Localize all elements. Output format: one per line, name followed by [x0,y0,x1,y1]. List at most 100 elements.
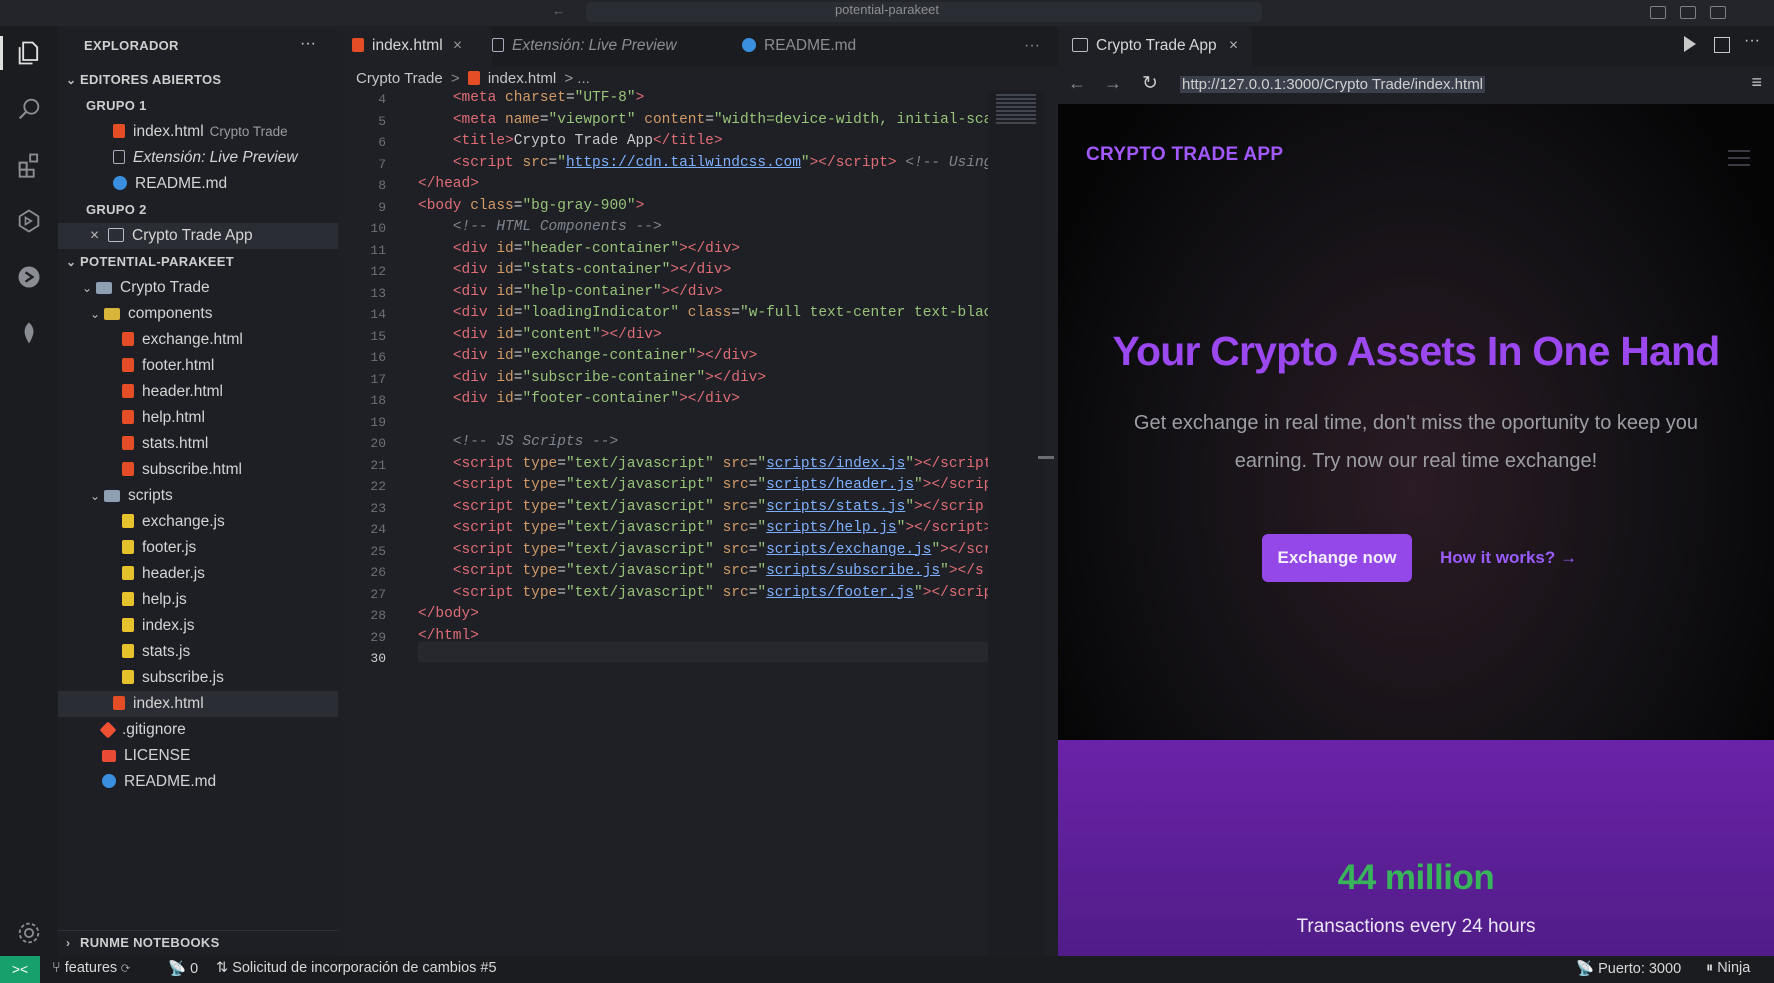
file-license[interactable]: LICENSE [102,743,190,769]
menu-icon[interactable]: ≡ [1751,72,1762,93]
folder-icon [104,490,120,502]
line-number: 21 [370,457,386,473]
back-arrow-icon[interactable]: ← [1068,73,1086,94]
files-icon[interactable] [12,36,46,70]
tab-readme[interactable]: README.md [728,26,892,66]
open-editor-index-html[interactable]: index.html Crypto Trade [113,119,288,145]
more-actions-icon[interactable]: ··· [1744,32,1760,50]
live-share-icon[interactable] [12,260,46,294]
search-icon[interactable] [12,92,46,126]
branch-indicator[interactable]: ⑂ features ⟳ [52,960,130,976]
file-header-js[interactable]: header.js [122,561,205,587]
settings-gear-icon[interactable] [12,916,46,950]
port-indicator[interactable]: 📡 Puerto: 3000 [1576,960,1681,977]
stat-value: 44 million [1337,858,1495,897]
tab-live-preview[interactable]: Extensión: Live Preview [478,26,712,66]
js-file-icon [122,540,134,554]
stat-label: Transactions every 24 hours [1296,916,1536,937]
line-number: 7 [378,156,386,172]
file-footer-js[interactable]: footer.js [122,535,196,561]
code-line: </body> [418,606,479,622]
explorer-more-icon[interactable]: ··· [300,31,316,57]
window-title: potential-parakeet [834,2,940,17]
open-editor-live-preview[interactable]: Extensión: Live Preview [113,145,298,171]
file-gitignore[interactable]: .gitignore [99,717,186,743]
line-number: 13 [370,285,386,301]
folder-components[interactable]: ⌄ components [90,301,212,327]
database-icon[interactable] [12,316,46,350]
pull-request-indicator[interactable]: ⇅ Solicitud de incorporación de cambios … [216,960,497,976]
url-input[interactable]: http://127.0.0.1:3000/Crypto Trade/index… [1180,76,1486,93]
how-it-works-link[interactable]: How it works? → [1440,534,1577,582]
editor-tabs: index.html × Extensión: Live Preview REA… [338,26,1058,66]
js-file-icon [122,592,134,606]
file-subscribe-html[interactable]: subscribe.html [122,457,242,483]
status-bar: >< ⑂ features ⟳ 📡 0 ⇅ Solicitud de incor… [0,956,1774,983]
current-line-highlight [418,642,988,662]
code-line: <!-- JS Scripts --> [452,434,619,450]
close-icon[interactable]: × [453,37,462,54]
breadcrumb-symbols[interactable]: > ... [564,70,589,87]
file-stats-html[interactable]: stats.html [122,431,208,457]
tab-crypto-trade-app[interactable]: Crypto Trade App × [1058,26,1252,66]
html-file-icon [122,410,134,424]
folder-scripts[interactable]: ⌄ scripts [90,483,173,509]
remote-explorer-icon[interactable] [12,204,46,238]
forward-arrow-icon[interactable]: → [1104,73,1122,94]
file-stats-js[interactable]: stats.js [122,639,190,665]
group1-header: GRUPO 1 [86,98,147,113]
line-number: 29 [370,629,386,645]
scrollbar-thumb[interactable] [1038,456,1054,459]
chevron-down-icon: ⌄ [66,255,77,269]
file-readme[interactable]: README.md [102,769,216,795]
tab-index-html[interactable]: index.html × [338,26,492,66]
file-subscribe-js[interactable]: subscribe.js [122,665,224,691]
file-help-html[interactable]: help.html [122,405,205,431]
file-header-html[interactable]: header.html [122,379,223,405]
minimap-content [996,94,1036,124]
site-brand[interactable]: CRYPTO TRADE APP [1086,144,1283,166]
file-help-js[interactable]: help.js [122,587,187,613]
code-line: </head> [418,176,479,192]
folder-crypto-trade[interactable]: ⌄ Crypto Trade [82,275,210,301]
runme-notebooks-header[interactable]: › RUNME NOTEBOOKS [66,930,220,956]
preview-icon [1072,38,1088,52]
line-number: 20 [370,436,386,451]
run-icon[interactable] [1684,36,1696,52]
exchange-now-button[interactable]: Exchange now [1262,534,1412,582]
open-editors-header[interactable]: ⌄ EDITORES ABIERTOS [66,67,221,93]
reload-icon[interactable]: ↻ [1142,72,1158,95]
project-header[interactable]: ⌄ POTENTIAL-PARAKEET [66,249,234,275]
activity-bar [0,26,58,956]
ninja-indicator[interactable]: ⏸ Ninja [1706,960,1750,976]
line-number: 15 [370,328,386,344]
sync-icon[interactable]: ⟳ [121,960,130,976]
line-number: 5 [378,113,386,129]
html-file-icon [122,358,134,372]
breadcrumb-folder[interactable]: Crypto Trade [356,70,443,87]
toggle-secondary-sidebar-icon[interactable] [1710,6,1726,19]
breadcrumb-file[interactable]: index.html [488,70,556,87]
toggle-sidebar-icon[interactable] [1650,6,1666,19]
close-icon[interactable]: × [1229,37,1238,54]
open-editor-crypto-trade-app[interactable]: × Crypto Trade App [58,223,338,249]
open-editor-readme[interactable]: README.md [113,171,227,197]
line-number: 23 [370,500,386,516]
code-line: <script type="text/javascript" src="scri… [452,477,988,493]
line-number: 8 [378,178,386,193]
hamburger-menu-icon[interactable] [1728,150,1750,171]
close-icon[interactable]: × [90,223,108,249]
split-editor-icon[interactable] [1714,37,1730,53]
file-exchange-html[interactable]: exchange.html [122,327,243,353]
file-index-js[interactable]: index.js [122,613,195,639]
toggle-panel-icon[interactable] [1680,6,1696,19]
editor-more-icon[interactable]: ··· [1010,26,1040,66]
file-exchange-js[interactable]: exchange.js [122,509,225,535]
website-preview: CRYPTO TRADE APP Your Crypto Assets In O… [1058,104,1774,956]
extensions-icon[interactable] [12,148,46,182]
file-index-html[interactable]: index.html [58,691,338,717]
ports-indicator[interactable]: 📡 0 [168,960,198,977]
minimap[interactable] [988,90,1054,956]
file-footer-html[interactable]: footer.html [122,353,214,379]
remote-indicator-icon[interactable]: >< [0,956,40,983]
